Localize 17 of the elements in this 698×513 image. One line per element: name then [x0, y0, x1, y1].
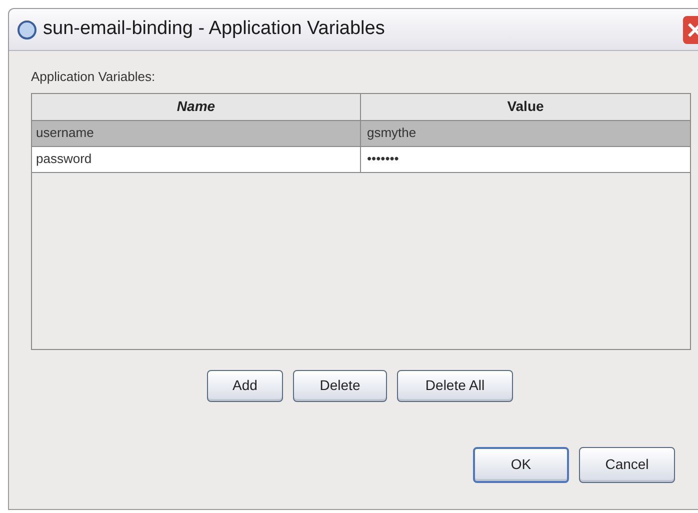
dialog-button[interactable]: Cancel: [579, 446, 675, 482]
table-row[interactable]: password •••••••: [32, 146, 690, 172]
table-action-button[interactable]: Add: [207, 370, 283, 402]
table-action-button[interactable]: Delete All: [397, 370, 513, 402]
table-action-button[interactable]: Delete: [293, 370, 387, 402]
close-icon[interactable]: [683, 16, 698, 44]
table-cell-text: gsmythe: [366, 124, 418, 142]
table-row[interactable]: username gsmythe: [32, 120, 690, 146]
section-label: Application Variables:: [31, 68, 156, 86]
app-icon: [17, 20, 37, 40]
table-cell: username: [32, 120, 361, 146]
table-cell-text: •••••••: [366, 150, 400, 168]
column-header[interactable]: Value: [361, 94, 690, 120]
window-title: sun-email-binding - Application Variables: [43, 17, 385, 42]
dialog-button[interactable]: OK: [473, 446, 569, 482]
column-header[interactable]: Name: [32, 94, 361, 120]
table-cell: password: [32, 146, 361, 172]
